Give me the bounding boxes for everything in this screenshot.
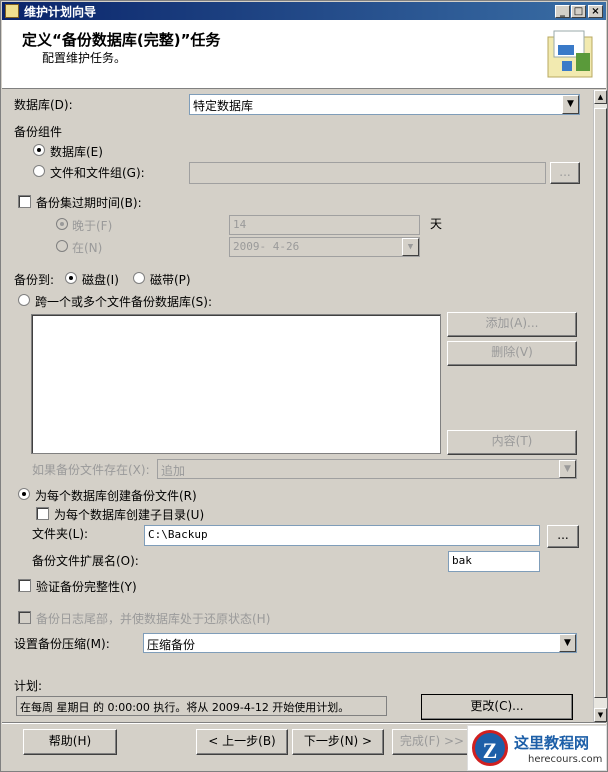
if-exists-value: 追加 — [161, 464, 186, 478]
expiry-checkbox[interactable] — [18, 195, 31, 208]
remove-file-button[interactable]: 删除(V) — [447, 341, 577, 366]
schedule-label: 计划: — [14, 679, 43, 693]
site-watermark: Z 这里教程网 herecours.com — [467, 725, 607, 771]
files-field[interactable] — [189, 162, 546, 184]
folder-value: C:\Backup — [148, 528, 208, 541]
expire-date-value: 2009- 4-26 — [233, 240, 300, 253]
wizard-header: 定义“备份数据库(完整)”任务 配置维护任务。 — [2, 20, 606, 89]
radio-expire-after[interactable] — [56, 218, 68, 230]
close-button[interactable]: × — [588, 5, 603, 18]
scroll-thumb[interactable] — [594, 108, 607, 698]
backup-to-label: 备份到: — [14, 273, 55, 287]
subdirectory-checkbox[interactable] — [36, 507, 49, 520]
folder-input[interactable]: C:\Backup — [144, 525, 540, 546]
radio-span-files[interactable] — [18, 294, 30, 306]
extension-label: 备份文件扩展名(O): — [32, 554, 139, 568]
contents-button[interactable]: 内容(T) — [447, 430, 577, 455]
scroll-up-icon[interactable]: ▲ — [594, 90, 607, 104]
if-exists-label: 如果备份文件存在(X): — [32, 463, 150, 477]
chevron-down-icon[interactable]: ▼ — [559, 634, 576, 652]
chevron-down-icon[interactable]: ▼ — [402, 238, 419, 256]
next-button[interactable]: 下一步(N) > — [292, 729, 384, 755]
days-unit-label: 天 — [430, 217, 443, 231]
radio-tape[interactable] — [133, 272, 145, 284]
backup-component-label: 备份组件 — [14, 125, 63, 139]
database-value: 特定数据库 — [193, 99, 254, 113]
compression-select[interactable]: 压缩备份 ▼ — [143, 633, 577, 653]
verify-checkbox[interactable] — [18, 579, 31, 592]
expiry-label: 备份集过期时间(B): — [36, 196, 142, 210]
folder-browse-button[interactable]: ... — [547, 525, 579, 548]
add-file-button[interactable]: 添加(A)... — [447, 312, 577, 337]
subdirectory-label: 为每个数据库创建子目录(U) — [54, 508, 205, 522]
tail-log-label: 备份日志尾部，并使数据库处于还原状态(H) — [36, 612, 271, 626]
finish-button[interactable]: 完成(F) >> — [392, 729, 472, 755]
radio-files[interactable] — [33, 165, 45, 177]
watermark-url: herecours.com — [528, 754, 603, 765]
change-schedule-button[interactable]: 更改(C)... — [421, 694, 573, 720]
radio-selected-dot — [37, 148, 41, 152]
scroll-down-icon[interactable]: ▼ — [594, 708, 607, 722]
expire-date-picker[interactable]: 2009- 4-26 ▼ — [229, 237, 420, 257]
compression-value: 压缩备份 — [147, 638, 196, 652]
task-settings-panel: 数据库(D): 特定数据库 ▼ 备份组件 数据库(E) 文件和文件组(G): .… — [2, 90, 592, 722]
database-label: 数据库(D): — [14, 98, 73, 112]
radio-database[interactable] — [33, 144, 45, 156]
wizard-window: 维护计划向导 _ □ × 定义“备份数据库(完整)”任务 配置维护任务。 数据库… — [0, 0, 608, 772]
radio-per-database[interactable] — [18, 488, 30, 500]
watermark-title: 这里教程网 — [514, 734, 590, 752]
page-subtitle: 配置维护任务。 — [42, 51, 127, 65]
per-database-label: 为每个数据库创建备份文件(R) — [35, 489, 197, 503]
radio-disk[interactable] — [65, 272, 77, 284]
back-button[interactable]: < 上一步(B) — [196, 729, 288, 755]
radio-tape-label: 磁带(P) — [150, 273, 191, 287]
expire-after-label: 晚于(F) — [72, 219, 113, 233]
radio-expire-on[interactable] — [56, 240, 68, 252]
app-icon — [5, 4, 19, 18]
extension-input[interactable]: bak — [448, 551, 540, 572]
maximize-button[interactable]: □ — [571, 5, 586, 18]
radio-disk-label: 磁盘(I) — [82, 273, 119, 287]
minimize-button[interactable]: _ — [555, 5, 570, 18]
extension-value: bak — [452, 554, 472, 567]
radio-selected-dot — [69, 276, 73, 280]
files-browse-button[interactable]: ... — [550, 162, 580, 184]
chevron-down-icon[interactable]: ▼ — [559, 460, 576, 478]
expire-on-label: 在(N) — [72, 241, 103, 255]
backup-files-list[interactable] — [31, 314, 441, 454]
schedule-description: 在每周 星期日 的 0:00:00 执行。将从 2009-4-12 开始使用计划… — [16, 696, 387, 716]
chevron-down-icon[interactable]: ▼ — [562, 95, 579, 114]
span-files-label: 跨一个或多个文件备份数据库(S): — [35, 295, 213, 309]
database-select[interactable]: 特定数据库 ▼ — [189, 94, 580, 115]
if-exists-select[interactable]: 追加 ▼ — [157, 459, 577, 479]
title-bar: 维护计划向导 _ □ × — [2, 2, 606, 20]
radio-selected-dot — [22, 492, 26, 496]
watermark-logo-icon: Z — [472, 730, 508, 766]
radio-database-label: 数据库(E) — [50, 145, 103, 159]
tail-log-checkbox[interactable] — [18, 611, 31, 624]
expire-days-stepper[interactable]: 14 — [229, 215, 420, 235]
radio-files-label: 文件和文件组(G): — [50, 166, 145, 180]
radio-selected-dot — [60, 222, 64, 226]
folder-label: 文件夹(L): — [32, 527, 89, 541]
panel-scrollbar[interactable]: ▲ ▼ — [593, 90, 607, 722]
wizard-graphic-icon — [547, 30, 593, 78]
expire-days-value: 14 — [233, 218, 247, 231]
page-title: 定义“备份数据库(完整)”任务 — [22, 31, 221, 49]
verify-label: 验证备份完整性(Y) — [36, 580, 137, 594]
window-title: 维护计划向导 — [24, 5, 97, 19]
schedule-value: 在每周 星期日 的 0:00:00 执行。将从 2009-4-12 开始使用计划… — [20, 701, 350, 714]
compression-label: 设置备份压缩(M): — [14, 637, 110, 651]
help-button[interactable]: 帮助(H) — [23, 729, 117, 755]
